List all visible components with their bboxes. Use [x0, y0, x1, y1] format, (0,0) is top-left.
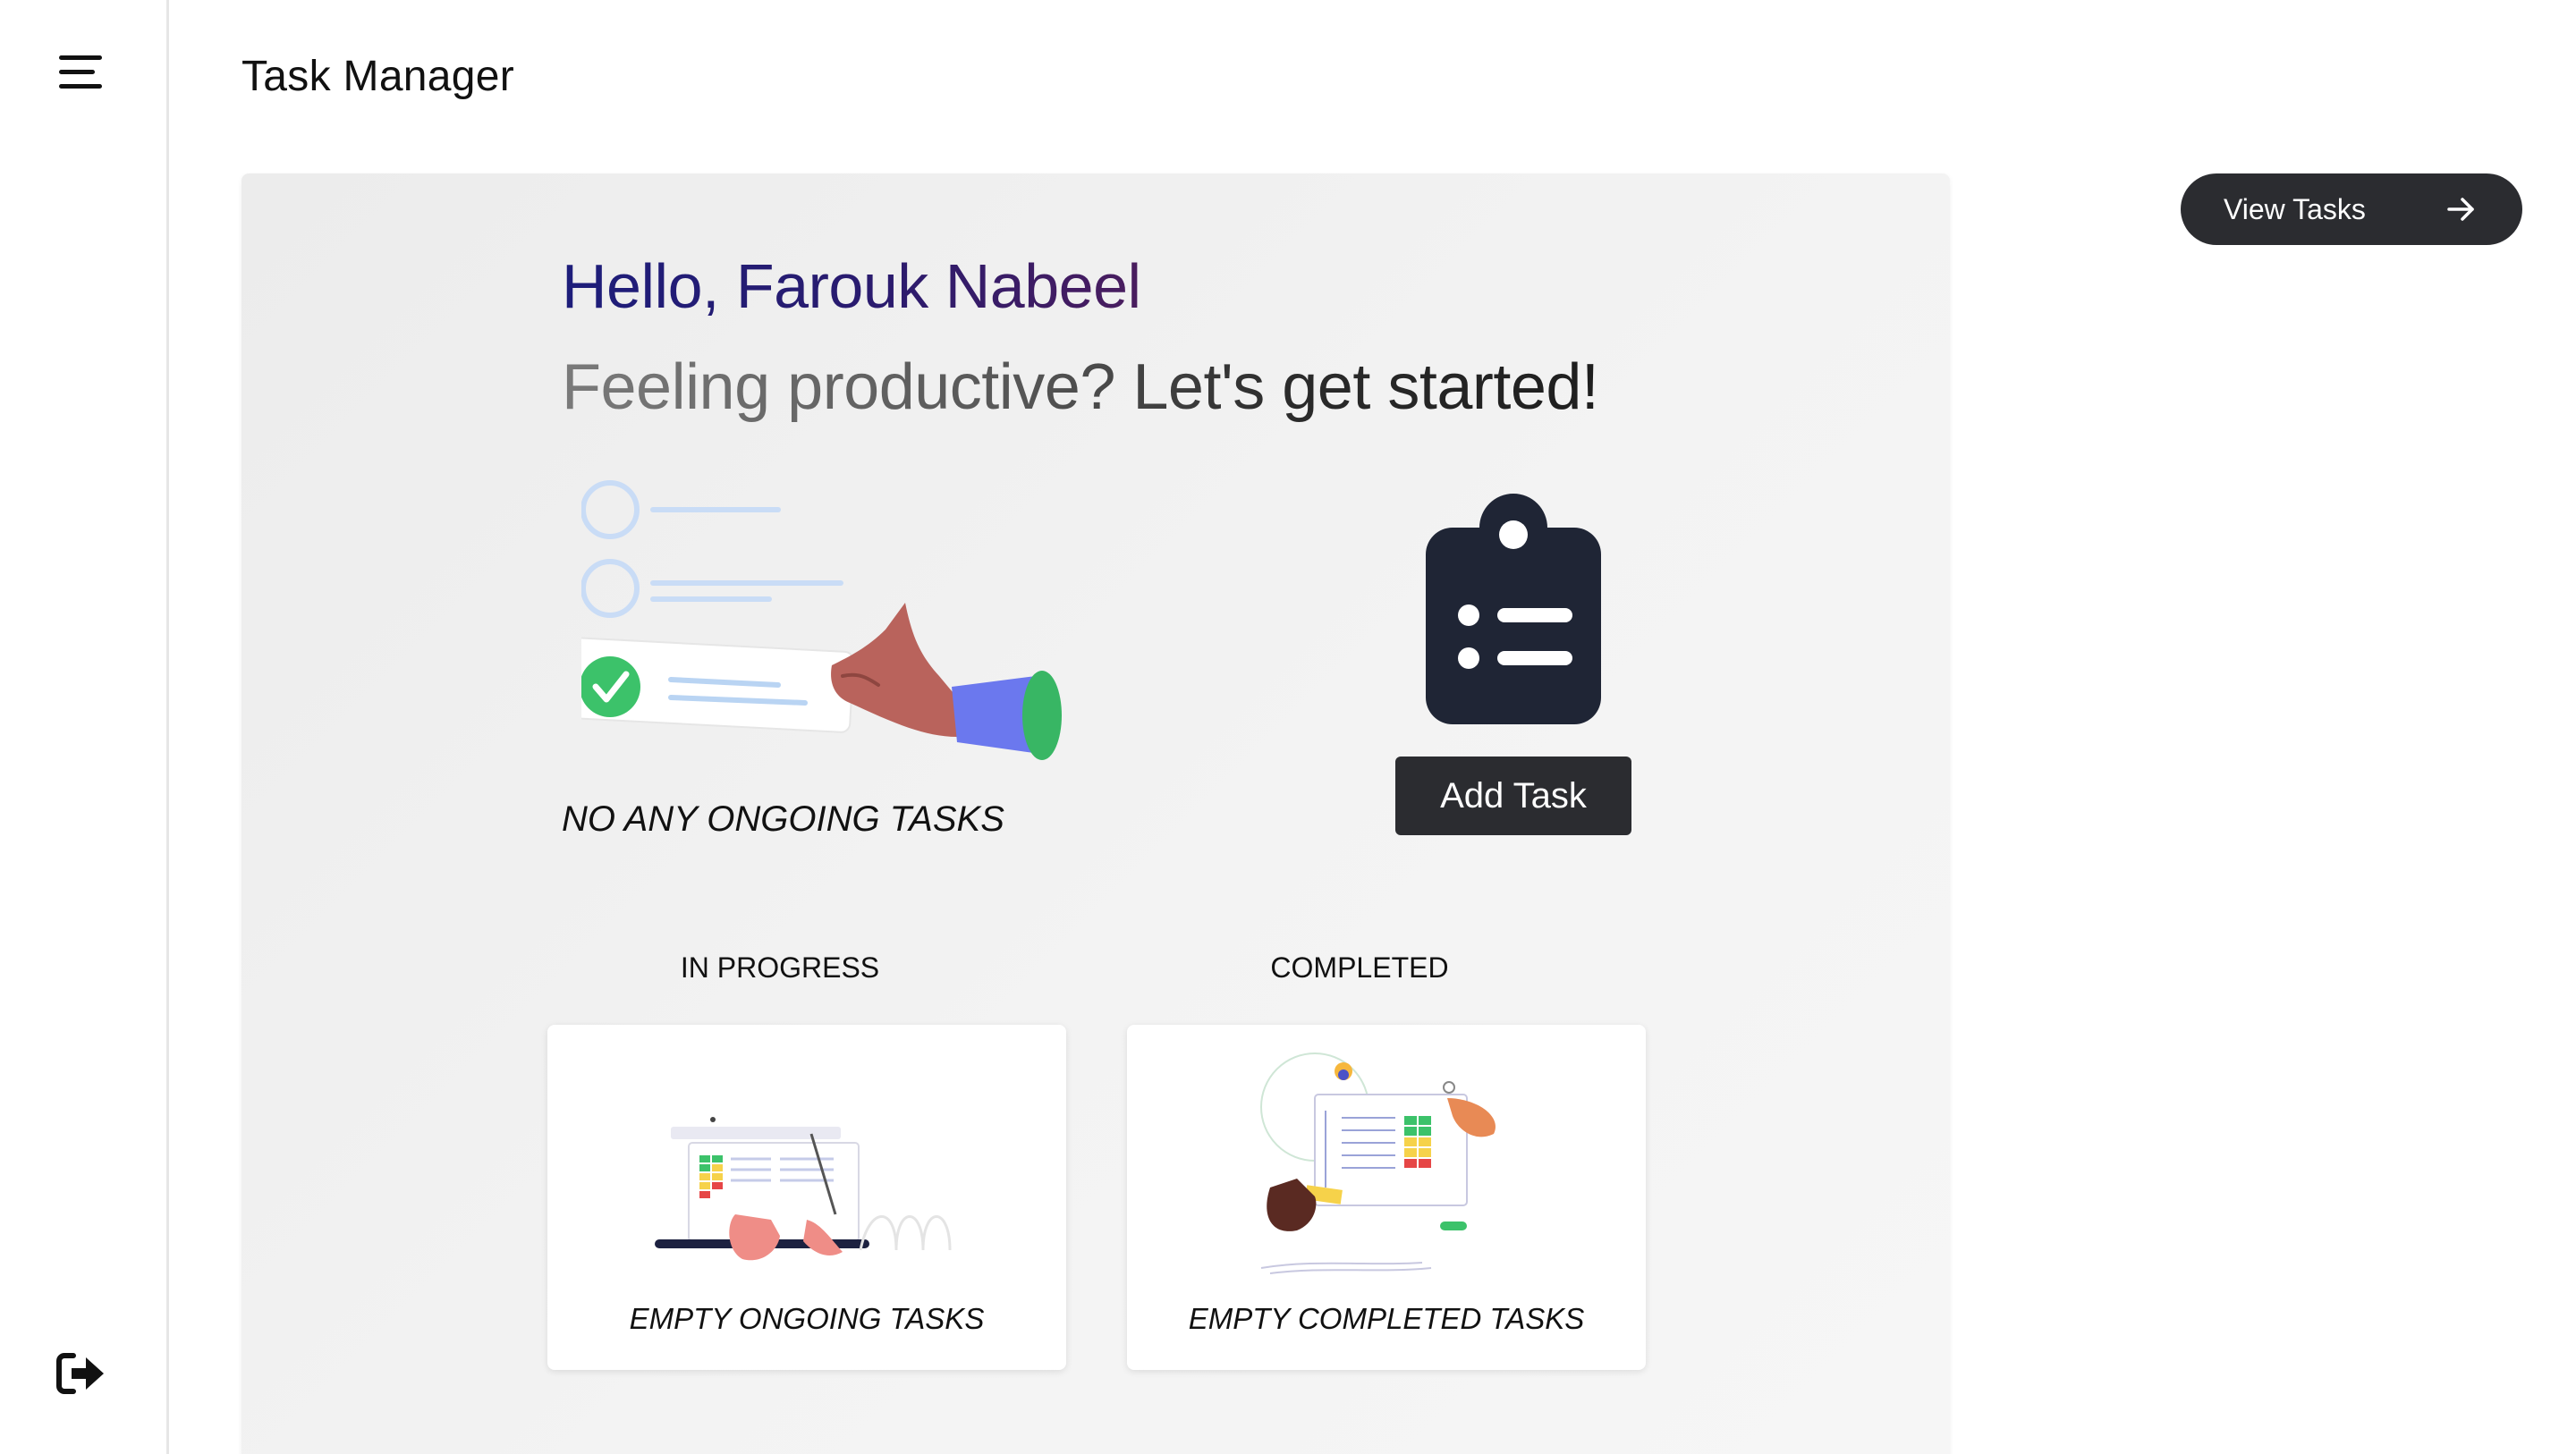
- ongoing-empty-illustration: [655, 1117, 952, 1261]
- greeting-heading: Hello, Farouk Nabeel: [562, 251, 1141, 321]
- completed-label: COMPLETED: [1270, 951, 1449, 984]
- in-progress-label: IN PROGRESS: [680, 951, 880, 984]
- page-title: Task Manager: [242, 53, 515, 100]
- sidebar: [0, 0, 169, 1454]
- logout-icon[interactable]: [55, 1350, 106, 1397]
- ongoing-tasks-illustration: [581, 480, 1062, 760]
- empty-completed-caption: EMPTY COMPLETED TASKS: [1188, 1302, 1585, 1335]
- completed-card[interactable]: EMPTY COMPLETED TASKS: [1127, 1025, 1646, 1370]
- clipboard-list-icon: [1426, 494, 1601, 724]
- view-tasks-label: View Tasks: [2224, 192, 2366, 225]
- arrow-right-icon: [2447, 198, 2474, 221]
- welcome-panel: Hello, Farouk Nabeel Feeling productive?…: [242, 173, 1950, 1454]
- subtitle-heading: Feeling productive? Let's get started!: [562, 351, 1599, 423]
- no-ongoing-tasks-text: NO ANY ONGOING TASKS: [562, 799, 1004, 839]
- empty-ongoing-caption: EMPTY ONGOING TASKS: [629, 1302, 985, 1335]
- app-root: Task Manager View Tasks Hello, Farouk Na…: [0, 0, 2576, 1454]
- view-tasks-button[interactable]: View Tasks: [2181, 173, 2522, 245]
- menu-icon[interactable]: [55, 50, 106, 95]
- in-progress-card[interactable]: EMPTY ONGOING TASKS: [547, 1025, 1066, 1370]
- add-task-button[interactable]: Add Task: [1395, 757, 1631, 835]
- completed-empty-illustration: [1260, 1052, 1496, 1274]
